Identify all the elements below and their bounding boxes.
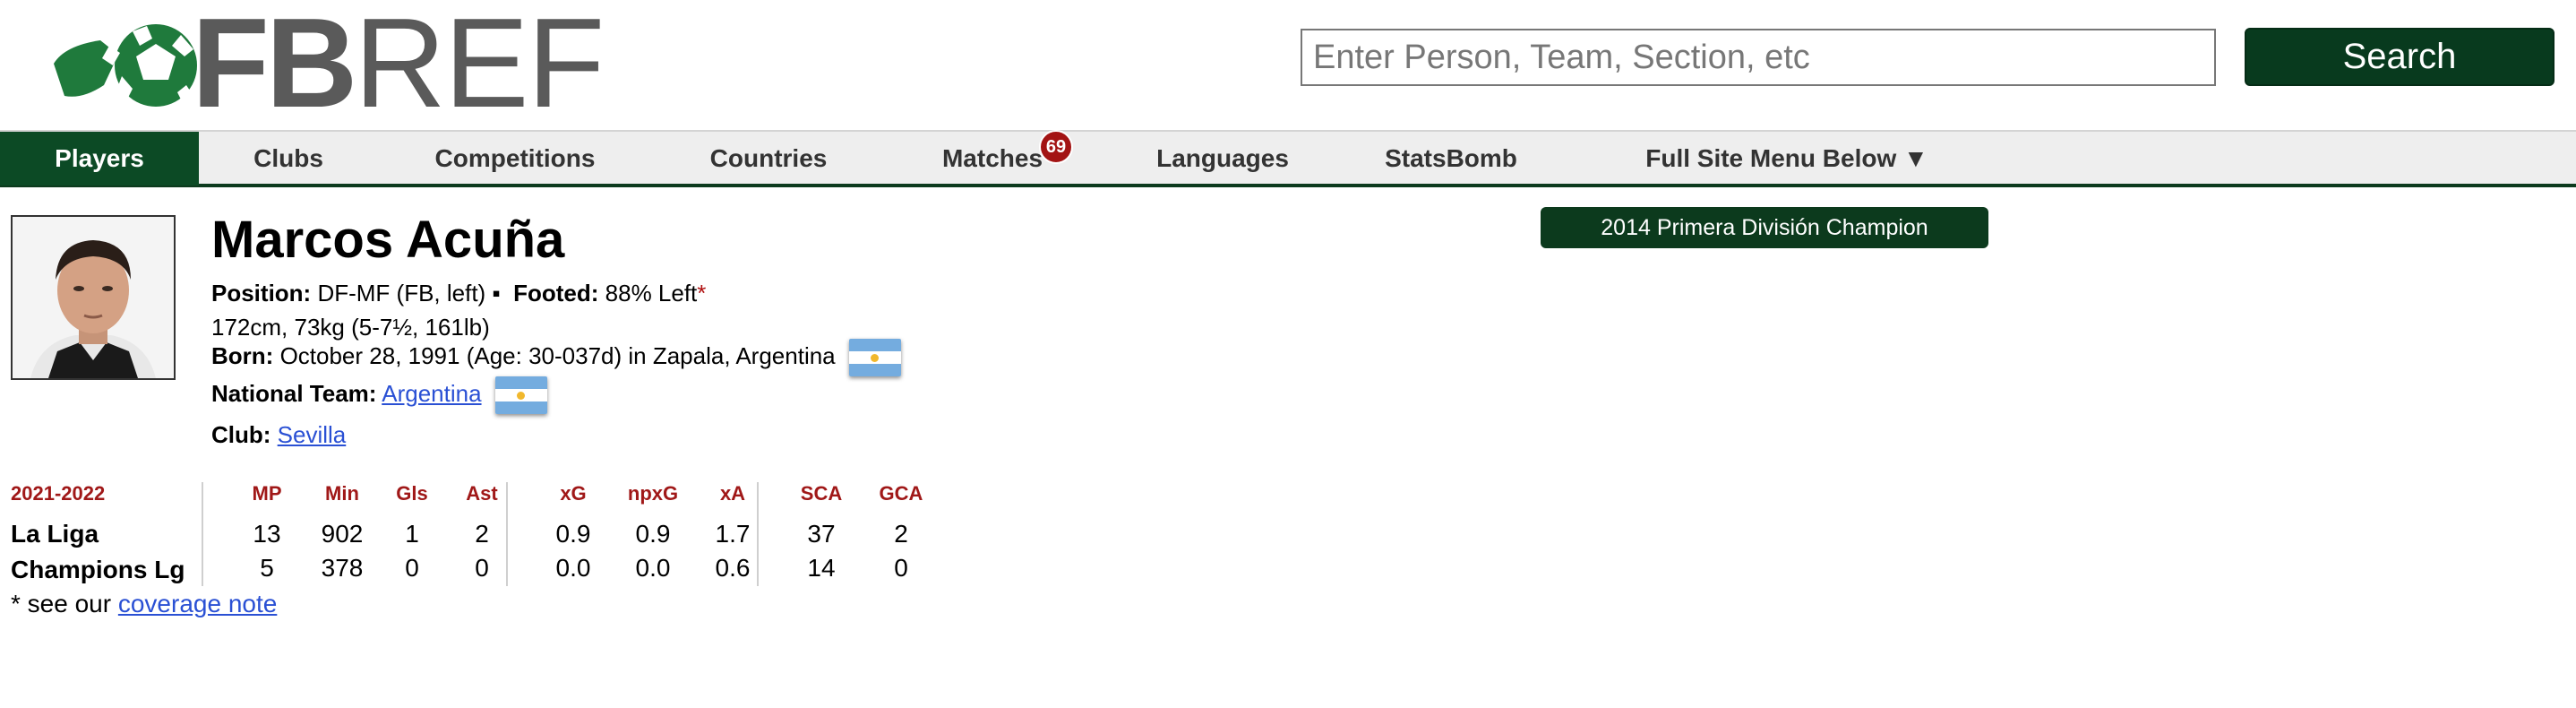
nav-item-statsbomb[interactable]: StatsBomb xyxy=(1335,132,1567,186)
matches-count-badge: 69 xyxy=(1039,130,1073,164)
national-team-link[interactable]: Argentina xyxy=(382,380,481,407)
main-nav: Players Clubs Competitions Countries Mat… xyxy=(0,130,2576,187)
search-input[interactable] xyxy=(1301,29,2216,86)
stat-cell: 0 xyxy=(405,554,419,582)
footed-note-marker: * xyxy=(697,280,707,307)
col-header-xa: xA xyxy=(719,482,746,505)
stat-cell: 2 xyxy=(894,520,908,548)
nav-item-languages[interactable]: Languages xyxy=(1111,132,1335,186)
stat-cell: 0.9 xyxy=(555,520,591,548)
stat-cell: 5 xyxy=(260,554,274,582)
stat-cell: 14 xyxy=(807,554,836,582)
player-photo xyxy=(11,215,176,380)
stat-cell: 1.7 xyxy=(715,520,751,548)
search-button[interactable]: Search xyxy=(2245,28,2555,86)
stat-cell: 902 xyxy=(321,520,364,548)
col-header-npxg: npxG xyxy=(627,482,679,505)
stat-cell: 378 xyxy=(321,554,364,582)
stat-cell: 13 xyxy=(253,520,281,548)
stat-cell: 0 xyxy=(475,554,489,582)
col-header-gca: GCA xyxy=(879,482,923,505)
player-name: Marcos Acuña xyxy=(211,211,565,269)
competition-name: Champions Lg xyxy=(11,556,185,583)
argentina-flag-icon xyxy=(848,339,901,376)
stat-cell: 0.0 xyxy=(555,554,591,582)
logo-wordmark: FBREF xyxy=(192,0,605,134)
nav-item-players[interactable]: Players xyxy=(0,132,199,186)
physical-line: 172cm, 73kg (5-7½, 161lb) xyxy=(211,314,490,341)
award-badge[interactable]: 2014 Primera División Champion xyxy=(1541,207,1988,248)
col-header-min: Min xyxy=(325,482,359,505)
col-header-sca: SCA xyxy=(800,482,843,505)
fbref-logo[interactable]: FBREF xyxy=(47,0,605,127)
column-divider xyxy=(202,482,203,586)
stat-cell: 0.0 xyxy=(635,554,671,582)
born-line: Born: October 28, 1991 (Age: 30-037d) in… xyxy=(211,339,901,376)
coverage-note: * see our coverage note xyxy=(11,590,278,617)
nav-item-competitions[interactable]: Competitions xyxy=(378,132,652,186)
club-line: Club: Sevilla xyxy=(211,421,347,448)
position-line: Position: DF-MF (FB, left) ▪ Footed: 88%… xyxy=(211,280,707,307)
competition-name: La Liga xyxy=(11,520,99,548)
stat-cell: 1 xyxy=(405,520,419,548)
argentina-flag-icon xyxy=(494,376,547,414)
stat-cell: 0 xyxy=(894,554,908,582)
season-label: 2021-2022 xyxy=(11,482,106,505)
nav-item-full-site-menu[interactable]: Full Site Menu Below ▼ xyxy=(1567,132,2006,186)
club-link[interactable]: Sevilla xyxy=(278,421,347,448)
coverage-note-link[interactable]: coverage note xyxy=(118,590,277,617)
col-header-mp: MP xyxy=(252,482,282,505)
nav-item-countries[interactable]: Countries xyxy=(652,132,885,186)
nav-item-clubs[interactable]: Clubs xyxy=(199,132,378,186)
col-header-ast: Ast xyxy=(466,482,498,505)
stat-cell: 0.9 xyxy=(635,520,671,548)
stat-cell: 0.6 xyxy=(715,554,751,582)
col-header-xg: xG xyxy=(560,482,587,505)
soccer-ball-logo-icon xyxy=(47,10,199,117)
national-team-line: National Team: Argentina xyxy=(211,376,547,414)
stat-cell: 2 xyxy=(475,520,489,548)
col-header-gls: Gls xyxy=(396,482,428,505)
stat-cell: 37 xyxy=(807,520,836,548)
